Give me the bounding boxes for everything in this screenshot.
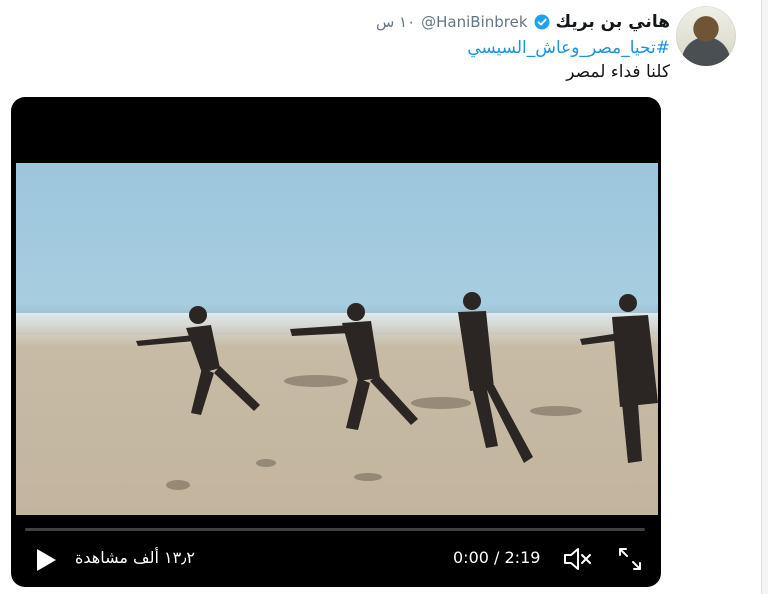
hashtag-link[interactable]: #تحيا_مصر_وعاش_السيسي [467,38,670,58]
soldier-figure [136,306,260,415]
author-handle[interactable]: @HaniBinbrek [421,13,527,31]
fullscreen-icon[interactable] [617,546,643,572]
verified-badge-icon [534,14,550,30]
avatar[interactable] [676,6,736,66]
play-icon[interactable] [35,548,57,572]
tweet-card: هاني بن بريك @HaniBinbrek ١٠ س #تحيا_مصر… [0,0,768,594]
tweet-time[interactable]: ١٠ س [376,13,415,31]
soldiers-scene [136,292,658,490]
muted-speaker-icon[interactable] [563,546,593,572]
soldier-figure [290,303,418,430]
page-scrollbar[interactable] [761,0,768,594]
video-frame [16,163,658,515]
soldier-figure [458,292,533,463]
tweet-text: كلنا فداء لمصر [566,62,670,82]
view-count: ١٣٫٢ ألف مشاهدة [75,548,195,567]
video-time: 0:00 / 2:19 [453,548,541,567]
soldier-figure [580,294,658,463]
video-player[interactable]: ١٣٫٢ ألف مشاهدة 0:00 / 2:19 [11,97,661,587]
author-name[interactable]: هاني بن بريك [556,12,670,32]
progress-bar[interactable] [25,528,645,531]
tweet-header: هاني بن بريك @HaniBinbrek ١٠ س [376,10,670,34]
